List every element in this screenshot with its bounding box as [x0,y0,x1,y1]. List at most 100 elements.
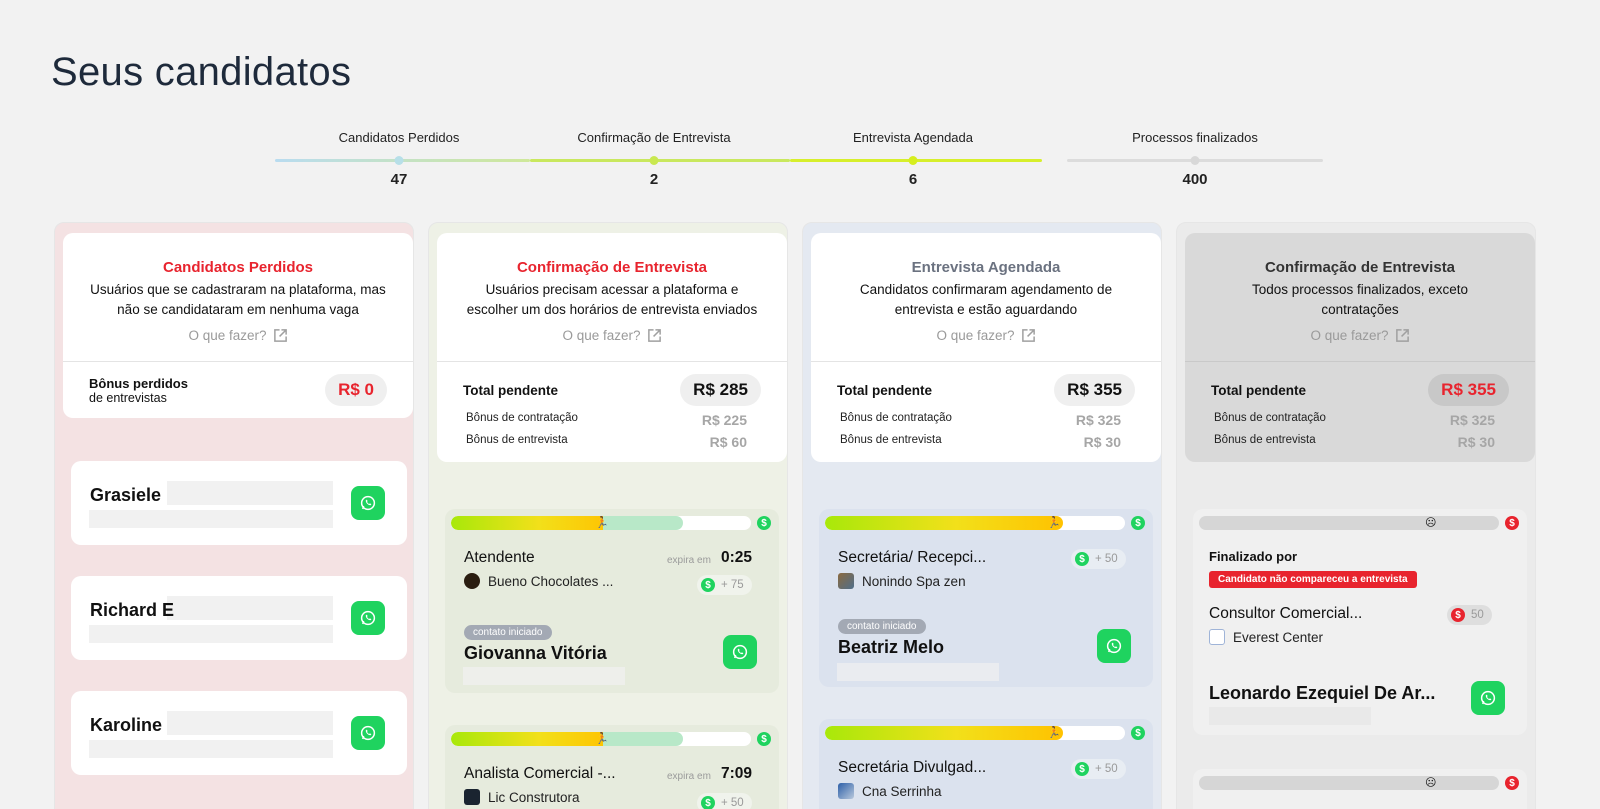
step-label-finished[interactable]: Processos finalizados [1132,130,1258,145]
hire-bonus-row: Bônus de contratação R$ 325 [1214,412,1495,428]
bonus-chip: $50 [1447,605,1492,625]
total-label: Total pendente [463,382,559,398]
step-label-lost[interactable]: Candidatos Perdidos [339,130,460,145]
pipeline-stepper: Candidatos Perdidos Confirmação de Entre… [0,130,1600,200]
progress-bar: 🏃 $ [451,515,773,531]
page-title: Seus candidatos [51,50,352,94]
job-card[interactable]: ☹ $ [1193,769,1527,809]
help-link[interactable]: O que fazer? [1310,328,1409,343]
step-dot-lost [394,156,404,165]
whatsapp-icon [1106,638,1122,654]
company: Everest Center [1209,629,1323,645]
column-title: Confirmação de Entrevista [1264,259,1456,276]
hire-bonus-row: Bônus de contratação R$ 325 [840,412,1121,428]
job-card[interactable]: 🏃 $ Analista Comercial -... expira em 7:… [445,725,779,809]
whatsapp-button[interactable] [351,716,385,750]
money-icon: $ [1131,516,1145,530]
step-count-confirm: 2 [649,171,659,188]
total-value: R$ 285 [680,374,761,406]
company-logo [838,573,854,589]
interview-bonus-row: Bônus de entrevista R$ 60 [466,434,747,450]
sad-face-icon: ☹ [1425,517,1437,529]
bonus-chip: $ + 50 [1071,549,1126,569]
summary-lost: Candidatos Perdidos Usuários que se cada… [63,233,413,418]
company: Cna Serrinha [838,783,942,799]
step-dot-finished [1190,156,1200,165]
redacted-block [89,625,333,643]
candidate-name: Richard E [90,600,175,620]
company: Lic Construtora [464,789,580,805]
candidate-name: Karoline [90,715,163,735]
progress-bar: ☹ $ [1199,515,1521,531]
money-icon: $ [757,516,771,530]
external-link-icon [273,329,287,342]
job-card[interactable]: 🏃 $ Atendente expira em 0:25 Bueno Choco… [445,509,779,693]
candidate-name: Giovanna Vitória [464,643,607,663]
whatsapp-button[interactable] [723,635,757,669]
column-title: Candidatos Perdidos [162,259,314,276]
step-label-scheduled[interactable]: Entrevista Agendada [853,130,973,145]
whatsapp-button[interactable] [351,601,385,635]
job-card[interactable]: 🏃 $ Secretária Divulgad... $ + 50 Cna Ser… [819,719,1153,809]
redacted-block [89,510,333,528]
summary-confirm: Confirmação de Entrevista Usuários preci… [437,233,787,462]
money-icon: $ [1505,776,1519,790]
whatsapp-button[interactable] [1471,681,1505,715]
help-link[interactable]: O que fazer? [936,328,1035,343]
company-logo [838,783,854,799]
bonus-chip: $ + 50 [1071,759,1126,779]
hire-bonus-row: Bônus de contratação R$ 225 [466,412,747,428]
summary-scheduled: Entrevista Agendada Candidatos confirmar… [811,233,1161,462]
redacted-block [167,481,333,505]
kanban-board: Candidatos Perdidos Usuários que se cada… [54,222,1544,809]
column-description: Usuários precisam acessar a plataforma e… [466,282,758,317]
bonus-lost-value: R$ 0 [325,374,387,406]
step-count-finished: 400 [1182,171,1208,188]
money-icon: $ [1131,726,1145,740]
step-dot-scheduled [908,156,918,165]
company-logo [464,789,480,805]
job-title: Secretária Divulgad... [838,759,987,776]
timer: 7:09 [721,765,753,782]
candidate-name: Grasiele [90,485,162,505]
finished-by-label: Finalizado por [1209,549,1298,564]
candidate-card[interactable]: Grasiele [71,461,407,545]
status-tag: contato iniciado [464,625,552,640]
column-description: Candidatos confirmaram agendamento de en… [859,282,1113,317]
interview-bonus-row: Bônus de entrevista R$ 30 [1214,434,1495,450]
progress-bar: 🏃 $ [451,731,773,747]
help-link[interactable]: O que fazer? [188,328,287,343]
whatsapp-icon [360,610,376,626]
runner-icon: 🏃 [595,733,609,745]
company: Nonindo Spa zen [838,573,966,589]
candidate-name: Beatriz Melo [838,637,945,657]
redacted-block [1209,707,1371,725]
progress-bar: ☹ $ [1199,775,1521,791]
money-icon: $ [1505,516,1519,530]
column-title: Confirmação de Entrevista [516,259,708,276]
column-description: Usuários que se cadastraram na plataform… [90,282,386,317]
redacted-block [167,596,333,620]
sad-face-icon: ☹ [1425,777,1437,789]
job-card[interactable]: 🏃 $ Secretária/ Recepci... $ + 50 Nonindo… [819,509,1153,687]
help-link[interactable]: O que fazer? [562,328,661,343]
whatsapp-button[interactable] [1097,629,1131,663]
column-lost: Candidatos Perdidos Usuários que se cada… [54,222,414,809]
column-description: Todos processos finalizados, exceto cont… [1251,282,1469,317]
column-title: Entrevista Agendada [911,259,1061,276]
external-link-icon [647,329,661,342]
total-value: R$ 355 [1428,374,1509,406]
runner-icon: 🏃 [1047,727,1061,739]
external-link-icon [1395,329,1409,342]
job-card[interactable]: ☹ $ Finalizado por Candidato não compare… [1193,509,1527,735]
candidate-card[interactable]: Richard E [71,576,407,660]
whatsapp-button[interactable] [351,486,385,520]
whatsapp-icon [360,725,376,741]
redacted-block [463,667,625,685]
reason-tag: Candidato não compareceu a entrevista [1209,571,1417,588]
candidate-card[interactable]: Karoline [71,691,407,775]
company-logo [1209,629,1225,645]
redacted-block [837,663,999,681]
step-label-confirm[interactable]: Confirmação de Entrevista [577,130,730,145]
step-count-scheduled: 6 [908,171,918,188]
